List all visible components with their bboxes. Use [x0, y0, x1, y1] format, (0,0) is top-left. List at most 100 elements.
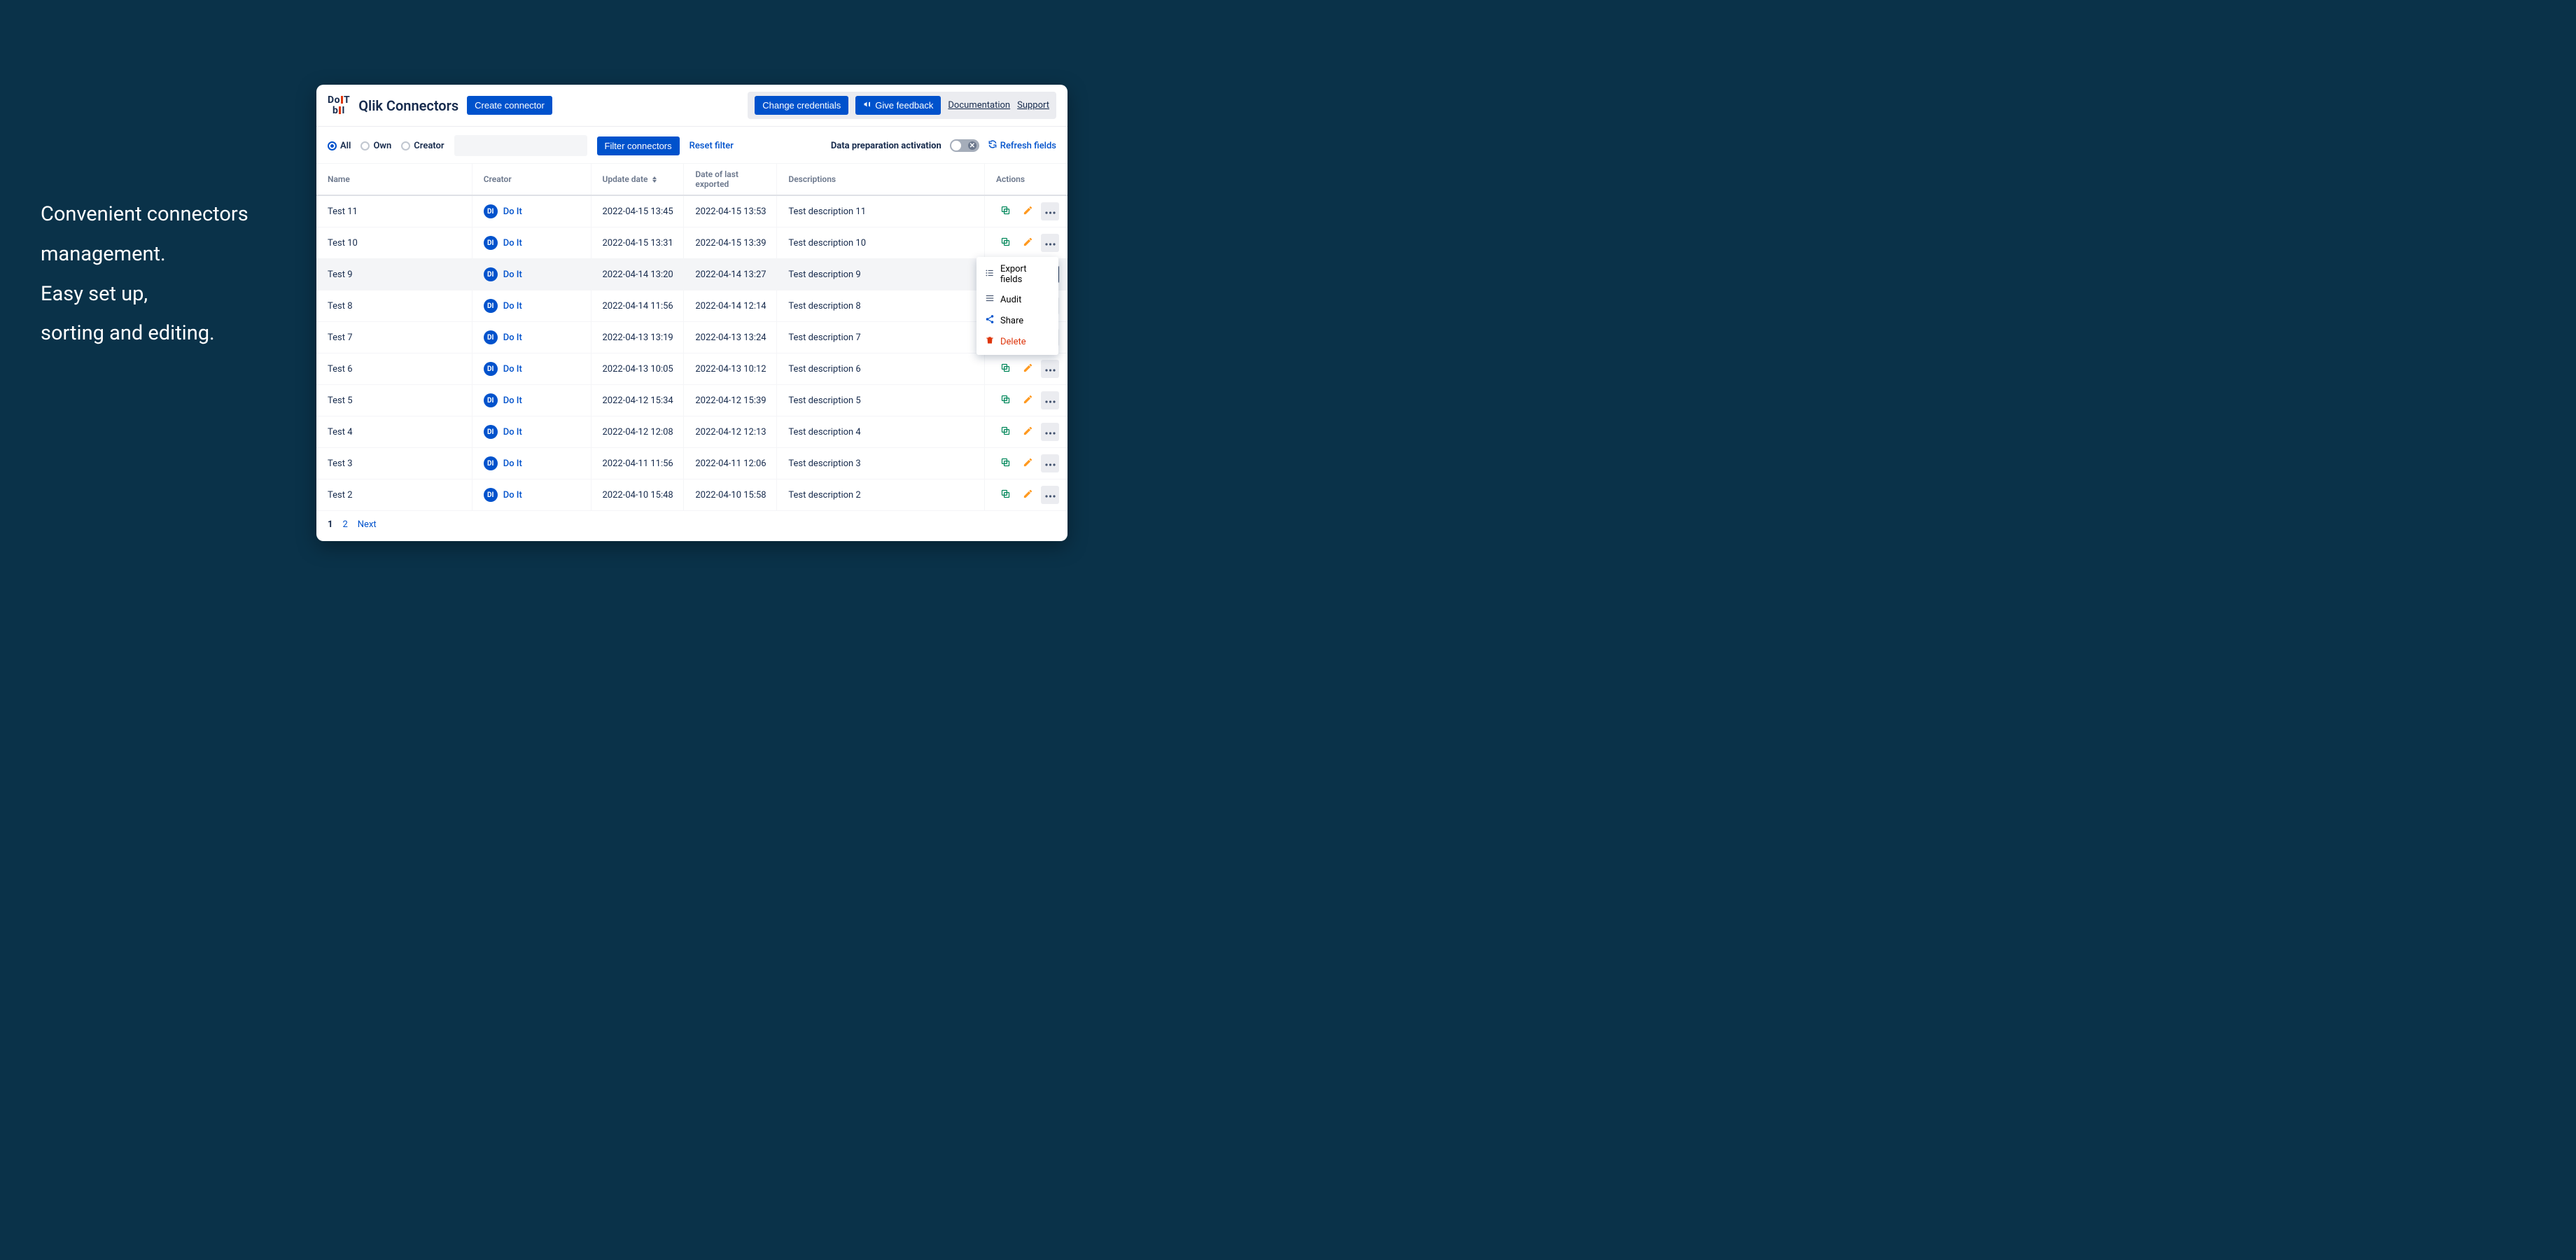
pencil-icon	[1023, 205, 1033, 218]
column-name[interactable]: Name	[316, 164, 472, 196]
creator-link[interactable]: Do It	[503, 458, 522, 469]
more-actions-button[interactable]	[1041, 423, 1059, 441]
column-update-date[interactable]: Update date	[591, 164, 684, 196]
radio-all[interactable]: All	[328, 141, 351, 151]
reset-filter-link[interactable]: Reset filter	[690, 141, 734, 151]
cell-export-date: 2022-04-12 15:39	[684, 385, 777, 416]
share-icon	[985, 314, 995, 327]
cell-actions	[984, 227, 1068, 259]
cell-description: Test description 3	[777, 448, 985, 479]
dots-icon	[1045, 490, 1056, 500]
cell-description: Test description 7	[777, 322, 985, 354]
cell-export-date: 2022-04-10 15:58	[684, 479, 777, 511]
creator-link[interactable]: Do It	[503, 490, 522, 500]
column-creator[interactable]: Creator	[472, 164, 591, 196]
cell-creator: DIDo It	[472, 195, 591, 227]
table-row: Test 7DIDo It2022-04-13 13:192022-04-13 …	[316, 322, 1068, 354]
edit-button[interactable]	[1018, 202, 1037, 220]
more-actions-button[interactable]	[1041, 360, 1059, 378]
table-row: Test 10DIDo It2022-04-15 13:312022-04-15…	[316, 227, 1068, 259]
dropdown-export-fields[interactable]: Export fields	[976, 260, 1058, 289]
edit-button[interactable]	[1018, 234, 1037, 252]
creator-link[interactable]: Do It	[503, 206, 522, 217]
give-feedback-button[interactable]: Give feedback	[855, 96, 941, 115]
support-link[interactable]: Support	[1017, 100, 1049, 111]
cell-name: Test 10	[316, 227, 472, 259]
creator-link[interactable]: Do It	[503, 301, 522, 312]
dropdown-audit[interactable]: Audit	[976, 289, 1058, 310]
more-actions-button[interactable]	[1041, 202, 1059, 220]
cell-actions	[984, 195, 1068, 227]
column-last-exported[interactable]: Date of last exported	[684, 164, 777, 196]
cell-actions	[984, 448, 1068, 479]
creator-link[interactable]: Do It	[503, 238, 522, 248]
cell-creator: DIDo It	[472, 290, 591, 322]
create-connector-button[interactable]: Create connector	[467, 96, 552, 115]
radio-own[interactable]: Own	[360, 141, 391, 151]
megaphone-icon	[863, 100, 872, 111]
copy-icon	[1000, 394, 1011, 407]
table-row: Test 5DIDo It2022-04-12 15:342022-04-12 …	[316, 385, 1068, 416]
avatar: DI	[484, 425, 498, 439]
more-actions-button[interactable]	[1041, 454, 1059, 472]
refresh-fields-link[interactable]: Refresh fields	[988, 139, 1056, 152]
more-actions-button[interactable]	[1041, 486, 1059, 504]
row-actions-dropdown: Export fields Audit Share Delete	[976, 257, 1058, 355]
creator-link[interactable]: Do It	[503, 332, 522, 343]
table-row: Test 2DIDo It2022-04-10 15:482022-04-10 …	[316, 479, 1068, 511]
documentation-link[interactable]: Documentation	[948, 100, 1010, 111]
avatar: DI	[484, 330, 498, 344]
copy-button[interactable]	[996, 486, 1014, 504]
cell-export-date: 2022-04-11 12:06	[684, 448, 777, 479]
edit-button[interactable]	[1018, 454, 1037, 472]
dots-icon	[1045, 238, 1056, 248]
copy-button[interactable]	[996, 423, 1014, 441]
cell-export-date: 2022-04-13 10:12	[684, 354, 777, 385]
edit-button[interactable]	[1018, 360, 1037, 378]
copy-button[interactable]	[996, 454, 1014, 472]
search-input[interactable]	[454, 135, 587, 156]
edit-button[interactable]	[1018, 486, 1037, 504]
cell-creator: DIDo It	[472, 354, 591, 385]
dropdown-delete[interactable]: Delete	[976, 331, 1058, 352]
change-credentials-button[interactable]: Change credentials	[755, 96, 848, 115]
edit-button[interactable]	[1018, 391, 1037, 410]
creator-link[interactable]: Do It	[503, 270, 522, 280]
cell-export-date: 2022-04-12 12:13	[684, 416, 777, 448]
cell-name: Test 6	[316, 354, 472, 385]
pencil-icon	[1023, 489, 1033, 502]
edit-button[interactable]	[1018, 423, 1037, 441]
copy-button[interactable]	[996, 234, 1014, 252]
data-prep-label: Data preparation activation	[831, 141, 941, 151]
creator-link[interactable]: Do It	[503, 364, 522, 374]
pagination: 1 2 Next	[316, 511, 1068, 541]
creator-link[interactable]: Do It	[503, 427, 522, 438]
cell-update-date: 2022-04-10 15:48	[591, 479, 684, 511]
avatar: DI	[484, 456, 498, 470]
page-2[interactable]: 2	[342, 519, 347, 530]
creator-link[interactable]: Do It	[503, 396, 522, 406]
cell-description: Test description 10	[777, 227, 985, 259]
copy-icon	[1000, 237, 1011, 250]
page-1[interactable]: 1	[328, 519, 332, 530]
trash-icon	[985, 335, 995, 348]
copy-button[interactable]	[996, 202, 1014, 220]
dots-icon	[1045, 396, 1056, 406]
filter-connectors-button[interactable]: Filter connectors	[597, 136, 680, 155]
more-actions-button[interactable]	[1041, 234, 1059, 252]
page-next[interactable]: Next	[358, 519, 377, 530]
column-descriptions[interactable]: Descriptions	[777, 164, 985, 196]
list-icon	[985, 268, 995, 281]
x-icon: ✕	[968, 141, 976, 150]
dropdown-share[interactable]: Share	[976, 310, 1058, 331]
cell-creator: DI Do It	[472, 416, 591, 448]
pencil-icon	[1023, 394, 1033, 407]
radio-creator[interactable]: Creator	[401, 141, 444, 151]
table-row: Test 11DIDo It2022-04-15 13:452022-04-15…	[316, 195, 1068, 227]
cell-name: Test 11	[316, 195, 472, 227]
more-actions-button[interactable]	[1041, 391, 1059, 410]
cell-name: Test 5	[316, 385, 472, 416]
copy-button[interactable]	[996, 391, 1014, 410]
data-prep-toggle[interactable]: ✕	[950, 139, 979, 152]
copy-button[interactable]	[996, 360, 1014, 378]
